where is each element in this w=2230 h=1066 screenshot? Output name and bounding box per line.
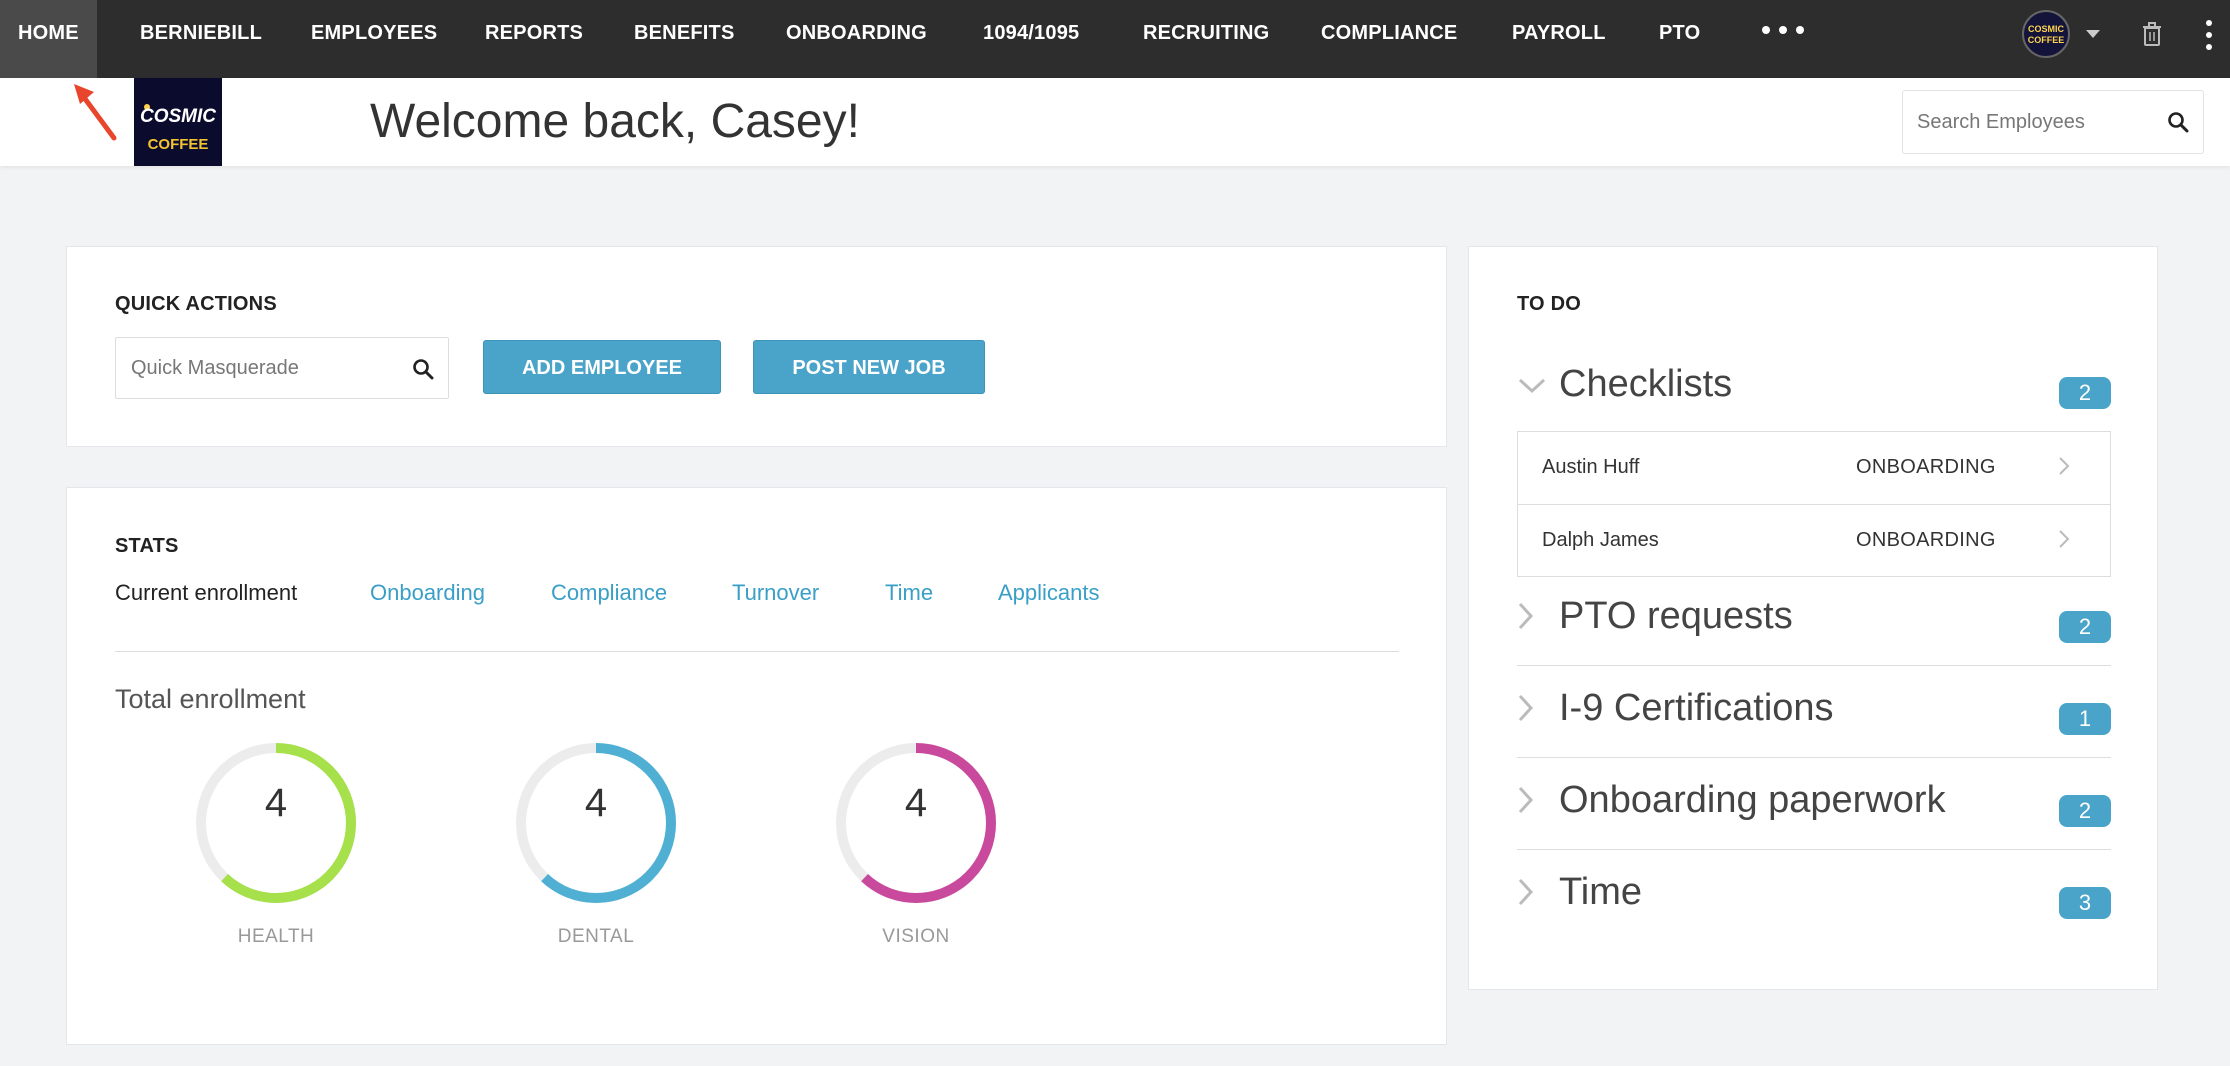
todo-i9-certifications[interactable]: I-9 Certifications <box>1559 687 1834 730</box>
search-icon[interactable] <box>412 358 434 380</box>
health-value: 4 <box>264 781 288 825</box>
quick-actions-card: QUICK ACTIONS ADD EMPLOYEE POST NEW JOB <box>66 246 1447 447</box>
divider <box>1517 665 2111 666</box>
stats-card: STATS Current enrollment Onboarding Comp… <box>66 487 1447 1045</box>
page-header: COSMIC COFFEE Welcome back, Casey! <box>0 78 2230 166</box>
nav-item-1094-1095[interactable]: 1094/1095 <box>983 0 1079 78</box>
todo-time[interactable]: Time <box>1559 871 1642 914</box>
checklists-count-badge: 2 <box>2059 377 2111 409</box>
divider <box>1517 849 2111 850</box>
checklist-type: ONBOARDING <box>1856 529 1996 551</box>
checklist-name: Austin Huff <box>1542 456 1640 478</box>
chevron-down-icon[interactable] <box>1517 377 1547 395</box>
nav-item-berniebill[interactable]: BERNIEBILL <box>140 0 262 78</box>
chevron-right-icon[interactable] <box>1517 785 1535 815</box>
todo-pto-requests[interactable]: PTO requests <box>1559 595 1793 638</box>
i9-count-badge: 1 <box>2059 703 2111 735</box>
list-item[interactable]: Dalph James ONBOARDING <box>1518 504 2110 576</box>
quick-actions-title: QUICK ACTIONS <box>115 293 277 315</box>
logo-text-1: COSMIC <box>140 106 216 127</box>
tab-applicants[interactable]: Applicants <box>998 580 1100 606</box>
nav-item-payroll[interactable]: PAYROLL <box>1512 0 1606 78</box>
search-input[interactable] <box>1903 91 2153 153</box>
tab-onboarding[interactable]: Onboarding <box>370 580 485 606</box>
section-title: Total enrollment <box>115 684 306 714</box>
post-new-job-button[interactable]: POST NEW JOB <box>753 340 985 394</box>
kebab-menu-icon[interactable] <box>2206 20 2212 50</box>
time-count-badge: 3 <box>2059 887 2111 919</box>
chevron-right-icon[interactable] <box>2058 456 2070 476</box>
nav-item-onboarding[interactable]: ONBOARDING <box>786 0 927 78</box>
vision-label: VISION <box>882 926 950 947</box>
nav-item-home[interactable]: HOME <box>0 0 97 78</box>
divider <box>115 651 1399 652</box>
nav-item-reports[interactable]: REPORTS <box>485 0 583 78</box>
todo-card: TO DO Checklists 2 Austin Huff ONBOARDIN… <box>1468 246 2158 990</box>
checklist-name: Dalph James <box>1542 529 1659 551</box>
stats-title: STATS <box>115 535 179 557</box>
health-label: HEALTH <box>237 926 315 947</box>
company-logo[interactable]: COSMIC COFFEE <box>134 78 222 166</box>
checklist-type: ONBOARDING <box>1856 456 1996 478</box>
quick-masquerade-input[interactable] <box>116 338 396 398</box>
paperwork-count-badge: 2 <box>2059 795 2111 827</box>
nav-item-recruiting[interactable]: RECRUITING <box>1143 0 1269 78</box>
search-icon[interactable] <box>2167 111 2189 133</box>
more-menu-icon[interactable] <box>1762 26 1804 34</box>
tab-turnover[interactable]: Turnover <box>732 580 819 606</box>
tab-time[interactable]: Time <box>885 580 933 606</box>
tab-current-enrollment[interactable]: Current enrollment <box>115 580 297 606</box>
logo-text-2: COFFEE <box>147 136 209 153</box>
add-employee-button[interactable]: ADD EMPLOYEE <box>483 340 721 394</box>
chevron-right-icon[interactable] <box>1517 693 1535 723</box>
nav-item-benefits[interactable]: BENEFITS <box>634 0 735 78</box>
avatar-text-2: COFFEE <box>2027 35 2065 45</box>
avatar[interactable]: COSMIC COFFEE <box>2022 10 2070 58</box>
todo-checklists[interactable]: Checklists <box>1559 363 1732 406</box>
page-title: Welcome back, Casey! <box>370 95 860 148</box>
dental-label: DENTAL <box>557 926 635 947</box>
chevron-right-icon[interactable] <box>1517 877 1535 907</box>
nav-item-employees[interactable]: EMPLOYEES <box>311 0 437 78</box>
nav-item-compliance[interactable]: COMPLIANCE <box>1321 0 1457 78</box>
chevron-right-icon[interactable] <box>1517 601 1535 631</box>
annotation-arrow <box>74 84 117 141</box>
top-nav: HOME BERNIEBILL EMPLOYEES REPORTS BENEFI… <box>0 0 2230 78</box>
vision-value: 4 <box>904 781 928 825</box>
avatar-text-1: COSMIC <box>2028 24 2064 34</box>
pto-count-badge: 2 <box>2059 611 2111 643</box>
chevron-down-icon[interactable] <box>2086 30 2100 38</box>
dental-value: 4 <box>584 781 608 825</box>
chevron-right-icon[interactable] <box>2058 529 2070 549</box>
employee-search <box>1902 90 2204 154</box>
quick-masquerade <box>115 337 449 399</box>
nav-item-pto[interactable]: PTO <box>1659 0 1700 78</box>
list-item[interactable]: Austin Huff ONBOARDING <box>1518 432 2110 504</box>
checklist-list: Austin Huff ONBOARDING Dalph James ONBOA… <box>1517 431 2111 577</box>
todo-onboarding-paperwork[interactable]: Onboarding paperwork <box>1559 779 1946 822</box>
tab-compliance[interactable]: Compliance <box>551 580 667 606</box>
todo-title: TO DO <box>1517 293 1581 315</box>
trash-icon[interactable] <box>2142 22 2162 46</box>
divider <box>1517 757 2111 758</box>
